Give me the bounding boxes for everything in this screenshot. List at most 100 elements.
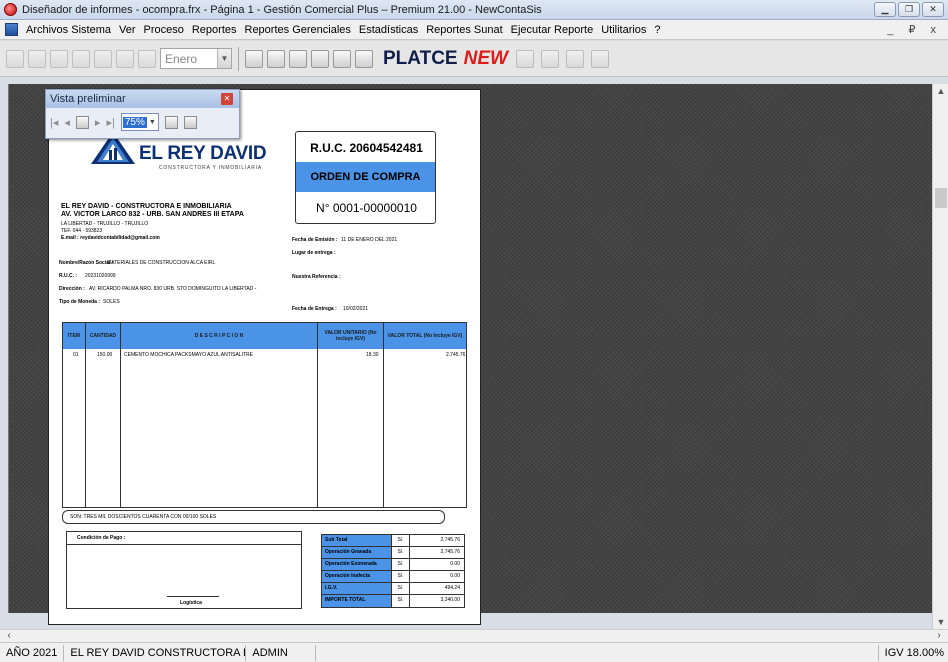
column-divider bbox=[120, 323, 121, 507]
printer-icon[interactable] bbox=[267, 49, 285, 68]
users-icon[interactable] bbox=[333, 49, 351, 68]
row-quantity: 150.00 bbox=[97, 352, 113, 358]
tools-icon[interactable] bbox=[355, 49, 373, 68]
report-page: EL REY DAVID CONSTRUCTORA Y INMOBILIARIA… bbox=[48, 89, 481, 625]
company-email: E.mail : reydavidcontabilidad@gmail.com bbox=[61, 235, 160, 241]
first-page-icon[interactable]: |◂ bbox=[50, 116, 58, 129]
menu-reportes[interactable]: Reportes bbox=[188, 24, 241, 36]
totals-row: I.G.V. S/. 494.24 bbox=[322, 583, 464, 595]
window-title: Diseñador de informes - ocompra.frx - Pá… bbox=[22, 3, 542, 16]
horizontal-scrollbar[interactable]: ‹ › bbox=[0, 629, 948, 642]
calculator-icon[interactable] bbox=[116, 49, 134, 68]
folder-icon[interactable] bbox=[50, 49, 68, 68]
exit-icon[interactable] bbox=[164, 115, 178, 129]
toolbar-right-group bbox=[516, 50, 613, 68]
page-icon[interactable] bbox=[75, 115, 89, 129]
totals-label: Sub Total bbox=[322, 535, 392, 546]
toolbar: Enero ▼ PLATCE NEW bbox=[0, 41, 948, 77]
close-button[interactable]: ✕ bbox=[922, 2, 944, 17]
totals-label: Operación Gravada bbox=[322, 547, 392, 558]
company-city: LA LIBERTAD - TRUJILLO - TRUJILLO bbox=[61, 221, 149, 227]
chevron-down-icon[interactable]: ▼ bbox=[217, 49, 231, 68]
signature-label: Logística bbox=[180, 600, 202, 606]
currency-label: Tipo de Moneda : bbox=[59, 299, 101, 305]
printer-icon[interactable] bbox=[183, 115, 197, 129]
ruc-box: R.U.C. 20604542481 ORDEN DE COMPRA N° 00… bbox=[295, 131, 436, 224]
preview-tools: |◂ ◂ ▸ ▸| 75% ▼ bbox=[46, 108, 239, 136]
header-description: D E S C R I P C I O N bbox=[194, 333, 244, 339]
column-divider bbox=[383, 323, 384, 507]
app-icon bbox=[4, 3, 17, 16]
menu-proceso[interactable]: Proceso bbox=[140, 24, 188, 36]
menu-bar: Archivos Sistema Ver Proceso Reportes Re… bbox=[0, 20, 948, 40]
row-unit-value: 18.30 bbox=[366, 352, 379, 358]
menu-reportes-sunat[interactable]: Reportes Sunat bbox=[422, 24, 506, 36]
totals-table: Sub Total S/. 2,745.76 Operación Gravada… bbox=[321, 534, 465, 608]
company-logo-name: EL REY DAVID bbox=[139, 143, 267, 164]
status-year: AÑO 2021 bbox=[0, 644, 65, 661]
database-icon[interactable] bbox=[245, 49, 263, 68]
toolbar-separator bbox=[238, 46, 239, 71]
status-user: ADMIN bbox=[246, 644, 317, 661]
zoom-select[interactable]: 75% ▼ bbox=[120, 113, 159, 131]
totals-row: Operación Gravada S/. 2,745.76 bbox=[322, 547, 464, 559]
menu-ver[interactable]: Ver bbox=[115, 24, 140, 36]
filter-icon[interactable] bbox=[516, 50, 534, 68]
totals-row: IMPORTE TOTAL S/. 3,240.00 bbox=[322, 595, 464, 607]
totals-currency: S/. bbox=[392, 547, 410, 558]
prev-page-icon[interactable]: ◂ bbox=[64, 116, 70, 129]
close-icon[interactable]: ✕ bbox=[221, 93, 233, 105]
status-igv: IGV 18.00% bbox=[877, 645, 944, 661]
supplier-ruc-value: 20231020999 bbox=[85, 273, 116, 279]
company-name: EL REY DAVID - CONSTRUCTORA E INMOBILIAR… bbox=[61, 203, 232, 210]
header-quantity: CANTIDAD bbox=[89, 333, 117, 339]
preview-title: Vista preliminar bbox=[50, 93, 126, 105]
scroll-up-icon[interactable]: ▲ bbox=[933, 84, 948, 98]
emission-value: 11 DE ENERO DEL 2021 bbox=[341, 237, 398, 243]
calendar-icon[interactable] bbox=[289, 49, 307, 68]
user-icon[interactable] bbox=[28, 49, 46, 68]
minimize-button[interactable]: ▁ bbox=[874, 2, 896, 17]
status-bar: AÑO 2021 EL REY DAVID CONSTRUCTORA E INM… bbox=[0, 642, 948, 662]
totals-currency: S/. bbox=[392, 583, 410, 594]
document-check-icon[interactable] bbox=[566, 50, 584, 68]
scroll-down-icon[interactable]: ▼ bbox=[933, 615, 948, 629]
preview-window[interactable]: Vista preliminar ✕ |◂ ◂ ▸ ▸| 75% ▼ bbox=[45, 89, 240, 139]
menu-ejecutar-reporte[interactable]: Ejecutar Reporte bbox=[507, 24, 598, 36]
menu-archivos[interactable]: Archivos Sistema bbox=[22, 24, 115, 36]
menu-help[interactable]: ? bbox=[650, 24, 664, 36]
copy-icon[interactable] bbox=[591, 50, 609, 68]
totals-value: 0.00 bbox=[450, 573, 460, 579]
mdi-controls[interactable]: _ ₽ x bbox=[887, 23, 942, 36]
chart-icon[interactable] bbox=[94, 49, 112, 68]
grid-icon[interactable] bbox=[138, 49, 156, 68]
header-unit-value: VALOR UNITARIO (No incluye IGV) bbox=[324, 330, 377, 342]
brand-logo: PLATCE bbox=[383, 47, 458, 69]
exit-icon[interactable] bbox=[311, 49, 329, 68]
vertical-scrollbar[interactable]: ▲ ▼ bbox=[932, 84, 948, 629]
next-page-icon[interactable]: ▸ bbox=[95, 116, 101, 129]
restore-button[interactable]: ❐ bbox=[898, 2, 920, 17]
chevron-down-icon[interactable]: ▼ bbox=[149, 119, 158, 126]
totals-currency: S/. bbox=[392, 559, 410, 570]
export-icon[interactable] bbox=[541, 50, 559, 68]
vertical-scroll-thumb[interactable] bbox=[935, 188, 947, 208]
menu-utilitarios[interactable]: Utilitarios bbox=[597, 24, 650, 36]
print-icon[interactable] bbox=[6, 49, 24, 68]
ruc-number: R.U.C. 20604542481 bbox=[310, 141, 423, 155]
preview-titlebar[interactable]: Vista preliminar bbox=[46, 90, 239, 108]
document-icon bbox=[5, 23, 18, 36]
month-select[interactable]: Enero ▼ bbox=[160, 48, 232, 69]
last-page-icon[interactable]: ▸| bbox=[106, 116, 114, 129]
document-type: ORDEN DE COMPRA bbox=[296, 162, 435, 192]
totals-value: 0.00 bbox=[450, 561, 460, 567]
totals-value: 3,240.00 bbox=[440, 597, 460, 603]
report-icon[interactable] bbox=[72, 49, 90, 68]
totals-value: 2,745.76 bbox=[440, 537, 460, 543]
divider bbox=[67, 544, 301, 545]
supplier-value: MATERIALES DE CONSTRUCCION ALCA EIRL bbox=[107, 260, 216, 266]
menu-reportes-gerenciales[interactable]: Reportes Gerenciales bbox=[241, 24, 355, 36]
currency-value: SOLES bbox=[103, 299, 120, 305]
row-total-value: 2,745.76 bbox=[446, 352, 466, 358]
menu-estadisticas[interactable]: Estadísticas bbox=[355, 24, 422, 36]
